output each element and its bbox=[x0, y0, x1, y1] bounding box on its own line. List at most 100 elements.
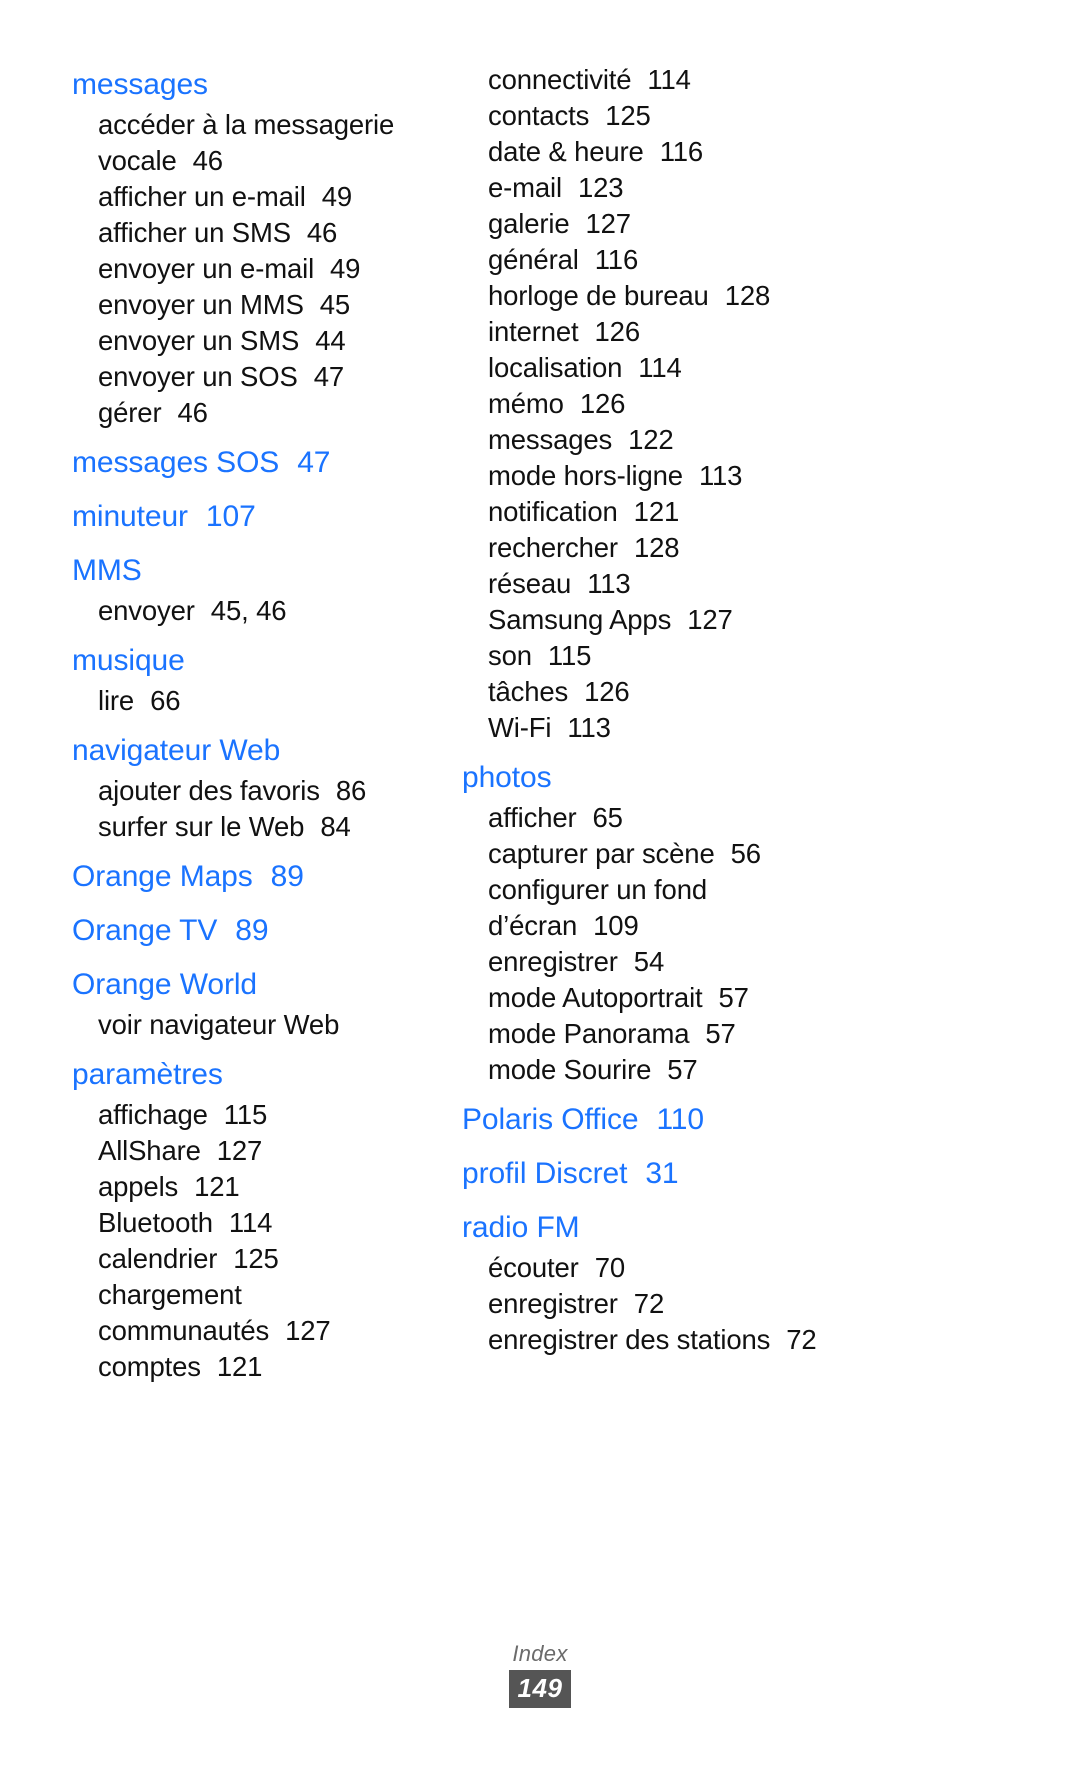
index-sub-entry[interactable]: écouter 70 bbox=[462, 1250, 1030, 1286]
index-sub-entry-label: voir navigateur Web bbox=[98, 1009, 340, 1040]
index-main-entry-page: 31 bbox=[645, 1157, 679, 1190]
index-sub-entry-label: envoyer un MMS bbox=[98, 289, 304, 320]
index-sub-entry[interactable]: afficher 65 bbox=[462, 800, 1030, 836]
index-sub-entry[interactable]: mode Sourire 57 bbox=[462, 1052, 1030, 1088]
index-sub-entry[interactable]: réseau 113 bbox=[462, 566, 1030, 602]
index-sub-entry[interactable]: internet 126 bbox=[462, 314, 1030, 350]
index-sub-entry[interactable]: afficher un e-mail 49 bbox=[72, 179, 440, 215]
index-sub-entry[interactable]: voir navigateur Web bbox=[72, 1007, 440, 1043]
index-sub-entry[interactable]: Wi-Fi 113 bbox=[462, 710, 1030, 746]
index-sub-entry-page: 116 bbox=[594, 244, 639, 275]
index-sub-entry-page: 45, 46 bbox=[210, 595, 287, 626]
index-sub-entry-label: envoyer un e-mail bbox=[98, 253, 315, 284]
index-main-entry[interactable]: minuteur 107 bbox=[72, 494, 440, 539]
index-sub-entry[interactable]: enregistrer des stations 72 bbox=[462, 1322, 1030, 1358]
index-sub-entry-label: e-mail bbox=[488, 172, 562, 203]
index-main-entry[interactable]: messages SOS 47 bbox=[72, 440, 440, 485]
index-sub-entry[interactable]: lire 66 bbox=[72, 683, 440, 719]
index-sub-entry-label: afficher un e-mail bbox=[98, 181, 306, 212]
index-sub-entry[interactable]: envoyer un SMS 44 bbox=[72, 323, 440, 359]
index-sub-entry-label: son bbox=[488, 640, 532, 671]
index-sub-entry-label: d’écran bbox=[488, 910, 578, 941]
index-sub-entry[interactable]: ajouter des favoris 86 bbox=[72, 773, 440, 809]
index-sub-entry[interactable]: d’écran 109 bbox=[462, 908, 1030, 944]
index-sub-entry[interactable]: mémo 126 bbox=[462, 386, 1030, 422]
index-sub-entry-label: messages bbox=[488, 424, 613, 455]
index-sub-entry[interactable]: calendrier 125 bbox=[72, 1241, 440, 1277]
index-main-entry[interactable]: navigateur Web bbox=[72, 728, 440, 773]
index-sub-entry[interactable]: date & heure 116 bbox=[462, 134, 1030, 170]
index-sub-entry-page: 128 bbox=[633, 532, 680, 563]
index-sub-entry[interactable]: surfer sur le Web 84 bbox=[72, 809, 440, 845]
index-sub-entry[interactable]: e-mail 123 bbox=[462, 170, 1030, 206]
index-sub-entry-label: enregistrer des stations bbox=[488, 1324, 771, 1355]
index-sub-entry[interactable]: configurer un fond bbox=[462, 872, 1030, 908]
index-sub-entry[interactable]: afficher un SMS 46 bbox=[72, 215, 440, 251]
index-main-entry[interactable]: MMS bbox=[72, 548, 440, 593]
index-main-entry[interactable]: musique bbox=[72, 638, 440, 683]
index-main-entry[interactable]: paramètres bbox=[72, 1052, 440, 1097]
index-sub-entry[interactable]: galerie 127 bbox=[462, 206, 1030, 242]
index-sub-entry[interactable]: appels 121 bbox=[72, 1169, 440, 1205]
index-sub-entry[interactable]: gérer 46 bbox=[72, 395, 440, 431]
index-sub-entry[interactable]: capturer par scène 56 bbox=[462, 836, 1030, 872]
index-sub-entry-page: 72 bbox=[633, 1288, 665, 1319]
index-entry-group: Orange World voir navigateur Web bbox=[72, 962, 440, 1043]
index-sub-entry[interactable]: affichage 115 bbox=[72, 1097, 440, 1133]
index-sub-entry-page: 122 bbox=[628, 424, 674, 455]
index-main-entry[interactable]: messages bbox=[72, 62, 440, 107]
index-sub-entry-page: 109 bbox=[593, 910, 639, 941]
index-sub-entry-page: 121 bbox=[633, 496, 680, 527]
index-sub-entry[interactable]: AllShare 127 bbox=[72, 1133, 440, 1169]
index-sub-entry[interactable]: mode hors-ligne 113 bbox=[462, 458, 1030, 494]
index-entry-group: navigateur Web ajouter des favoris 86 surfe… bbox=[72, 728, 440, 845]
index-main-entry[interactable]: profil Discret 31 bbox=[462, 1151, 1030, 1196]
index-main-entry[interactable]: Orange Maps 89 bbox=[72, 854, 440, 899]
index-sub-entry[interactable]: communautés 127 bbox=[72, 1313, 440, 1349]
index-sub-entry[interactable]: Samsung Apps 127 bbox=[462, 602, 1030, 638]
index-sub-entry[interactable]: chargement bbox=[72, 1277, 440, 1313]
index-main-entry-label: profil Discret bbox=[462, 1157, 628, 1190]
index-sub-entry[interactable]: connectivité 114 bbox=[462, 62, 1030, 98]
index-sub-entry-page: 56 bbox=[730, 838, 761, 869]
index-sub-entry[interactable]: comptes 121 bbox=[72, 1349, 440, 1385]
index-sub-entry[interactable]: mode Autoportrait 57 bbox=[462, 980, 1030, 1016]
index-sub-entry-page: 84 bbox=[320, 811, 351, 842]
index-sub-entry[interactable]: général 116 bbox=[462, 242, 1030, 278]
index-sub-entry[interactable]: envoyer un SOS 47 bbox=[72, 359, 440, 395]
index-sub-entry[interactable]: envoyer un MMS 45 bbox=[72, 287, 440, 323]
index-main-entry[interactable]: Polaris Office 110 bbox=[462, 1097, 1030, 1142]
index-main-entry-label: Orange TV bbox=[72, 914, 218, 947]
index-sub-entry[interactable]: vocale 46 bbox=[72, 143, 440, 179]
index-sub-entry[interactable]: enregistrer 54 bbox=[462, 944, 1030, 980]
index-sub-entry-label: rechercher bbox=[488, 532, 618, 563]
index-sub-entry[interactable]: enregistrer 72 bbox=[462, 1286, 1030, 1322]
index-sub-entry[interactable]: horloge de bureau 128 bbox=[462, 278, 1030, 314]
index-sub-entry[interactable]: accéder à la messagerie bbox=[72, 107, 440, 143]
index-main-entry-label: messages SOS bbox=[72, 446, 280, 479]
index-sub-entry[interactable]: localisation 114 bbox=[462, 350, 1030, 386]
index-main-entry[interactable]: Orange TV 89 bbox=[72, 908, 440, 953]
index-sub-entry[interactable]: mode Panorama 57 bbox=[462, 1016, 1030, 1052]
index-sub-entry[interactable]: notification 121 bbox=[462, 494, 1030, 530]
index-entry-group: radio FM écouter 70 enregistrer 72 enregistre… bbox=[462, 1205, 1030, 1358]
index-main-entry[interactable]: radio FM bbox=[462, 1205, 1030, 1250]
index-main-entry[interactable]: Orange World bbox=[72, 962, 440, 1007]
index-sub-entry[interactable]: envoyer un e-mail 49 bbox=[72, 251, 440, 287]
index-main-entry-label: Polaris Office bbox=[462, 1103, 639, 1136]
index-sub-entry[interactable]: son 115 bbox=[462, 638, 1030, 674]
index-sub-entry[interactable]: rechercher 128 bbox=[462, 530, 1030, 566]
index-sub-entry[interactable]: contacts 125 bbox=[462, 98, 1030, 134]
index-main-entry[interactable]: photos bbox=[462, 755, 1030, 800]
index-sub-entry-label: communautés bbox=[98, 1315, 270, 1346]
index-sub-entry-page: 113 bbox=[567, 712, 611, 743]
index-sub-entry-label: Samsung Apps bbox=[488, 604, 672, 635]
index-sub-entry[interactable]: messages 122 bbox=[462, 422, 1030, 458]
index-entry-group: photos afficher 65 capturer par scène 56 conf… bbox=[462, 755, 1030, 1088]
index-sub-entry[interactable]: Bluetooth 114 bbox=[72, 1205, 440, 1241]
index-sub-entry[interactable]: envoyer 45, 46 bbox=[72, 593, 440, 629]
index-sub-entry-label: envoyer bbox=[98, 595, 195, 626]
index-sub-entry-label: général bbox=[488, 244, 579, 275]
index-sub-entry[interactable]: tâches 126 bbox=[462, 674, 1030, 710]
index-sub-entry-page: 127 bbox=[687, 604, 733, 635]
